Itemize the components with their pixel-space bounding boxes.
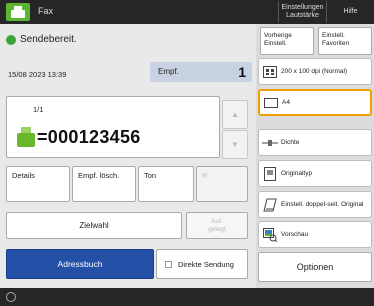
resolution-label: 200 x 100 dpi (Normal): [281, 67, 348, 75]
density-label: Dichte: [281, 138, 300, 146]
fax-number: =000123456: [37, 127, 141, 147]
options-button[interactable]: Optionen: [258, 252, 372, 282]
previous-settings-button[interactable]: Vorherige Einstell.: [260, 27, 314, 55]
destination-tab[interactable]: Empf. 1: [150, 62, 252, 82]
destination-index: 1/1: [33, 105, 44, 114]
tone-button[interactable]: Ton: [138, 166, 194, 202]
resolution-setting[interactable]: 200 x 100 dpi (Normal): [258, 58, 372, 85]
preview-label: Vorschau: [281, 230, 309, 238]
address-book-button[interactable]: Adressbuch: [6, 249, 154, 279]
datetime: 15/08 2023 13:39: [8, 70, 67, 79]
destination-count: 1: [238, 64, 246, 80]
chevron-up-icon: ▲: [231, 110, 239, 119]
app-title: Fax: [38, 6, 54, 16]
preview-setting[interactable]: Vorschau: [258, 221, 372, 248]
destination-panel[interactable]: 1/1 =000123456: [6, 96, 220, 158]
chevron-down-icon: ▼: [231, 140, 239, 149]
favorite-settings-button[interactable]: Einstell. Favoriten: [318, 27, 372, 55]
status-indicator-icon: [6, 292, 16, 302]
fax-screen: Fax Einstellungen Lautstärke Hilfe Sende…: [0, 0, 374, 306]
on-hook-button[interactable]: Auf- gelegt: [186, 212, 248, 239]
original-type-label: Originaltyp: [281, 169, 313, 177]
direct-send-checkbox[interactable]: [165, 260, 172, 268]
resolution-icon: [259, 59, 281, 84]
duplex-icon: [259, 192, 281, 217]
details-button[interactable]: Details: [6, 166, 70, 202]
fax-app-icon: [6, 3, 30, 21]
duplex-label: Einstell. doppel-seit. Original: [281, 200, 364, 208]
top-bar: Fax Einstellungen Lautstärke Hilfe: [0, 0, 374, 24]
duplex-original-setting[interactable]: Einstell. doppel-seit. Original: [258, 191, 372, 218]
original-type-icon: [259, 161, 281, 186]
destination-tab-label: Empf.: [158, 67, 179, 76]
page-icon: [260, 91, 282, 114]
paper-size-setting[interactable]: A4: [258, 89, 372, 116]
r-button[interactable]: R: [196, 166, 248, 202]
preview-icon: [259, 222, 281, 247]
fax-icon: [17, 127, 35, 147]
status-row: Sendebereit.: [6, 34, 77, 45]
help-button[interactable]: Hilfe: [326, 1, 374, 23]
paper-size-label: A4: [282, 98, 290, 106]
shortcut-dial-button[interactable]: Zielwahl: [6, 212, 182, 239]
scroll-up-button[interactable]: ▲: [222, 100, 248, 129]
density-setting[interactable]: Dichte: [258, 129, 372, 156]
ready-status-icon: [6, 34, 16, 45]
direct-send-button[interactable]: Direkte Sendung: [156, 249, 248, 279]
density-icon: [259, 130, 281, 155]
direct-send-label: Direkte Sendung: [178, 259, 234, 269]
settings-volume-button[interactable]: Einstellungen Lautstärke: [278, 1, 326, 23]
status-text: Sendebereit.: [20, 34, 77, 45]
original-type-setting[interactable]: Originaltyp: [258, 160, 372, 187]
bottom-bar: [0, 288, 374, 306]
scroll-down-button[interactable]: ▼: [222, 130, 248, 159]
delete-destination-button[interactable]: Empf. lösch.: [72, 166, 136, 202]
preset-row: Vorherige Einstell. Einstell. Favoriten: [256, 27, 374, 55]
